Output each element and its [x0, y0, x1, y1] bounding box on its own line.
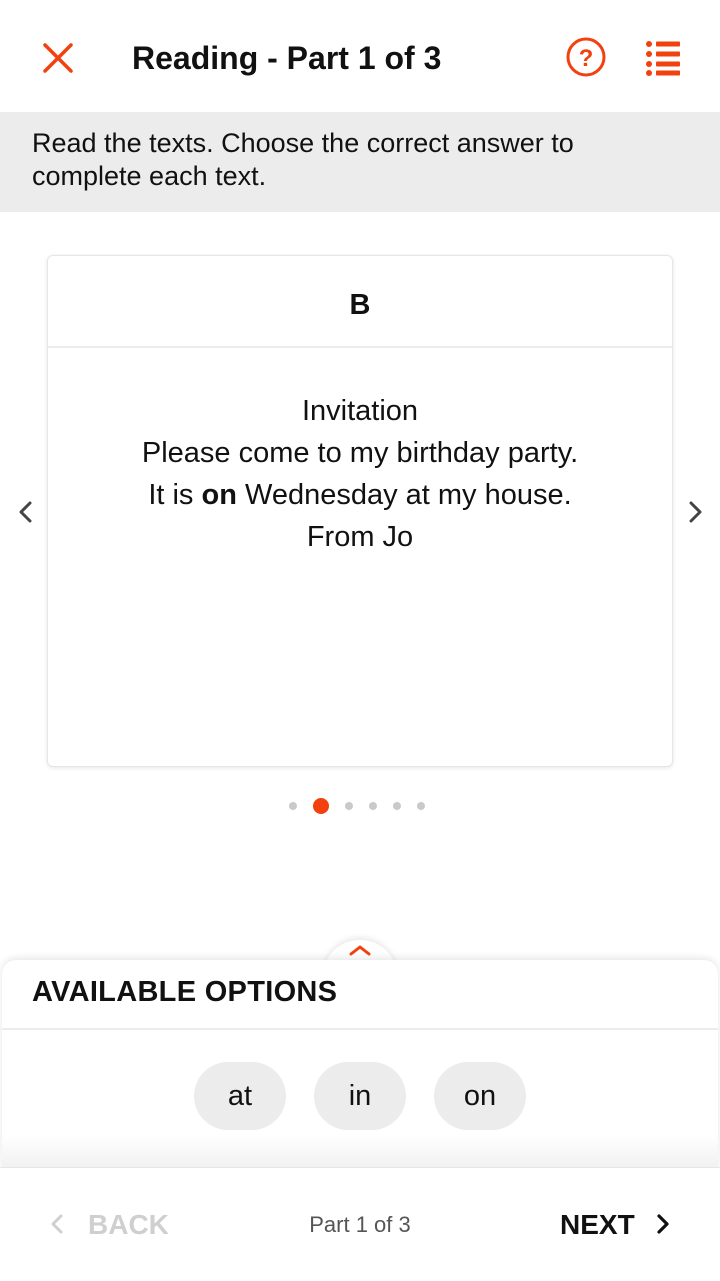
help-circle-icon: ?: [566, 37, 606, 77]
chevron-right-icon: [689, 501, 702, 523]
filled-answer[interactable]: on: [201, 479, 236, 511]
previous-card-button[interactable]: [12, 496, 40, 528]
page-title: Reading - Part 1 of 3: [132, 40, 442, 76]
card-label: B: [48, 256, 672, 348]
option-chip-in[interactable]: in: [314, 1062, 406, 1130]
option-chip-at[interactable]: at: [194, 1062, 286, 1130]
parts-list-button[interactable]: [644, 38, 684, 76]
list-icon: [646, 41, 680, 76]
chevron-left-icon: [19, 501, 32, 523]
instructions-text: Read the texts. Choose the correct answe…: [0, 112, 720, 212]
pagination-dots: [0, 796, 720, 816]
top-bar: Reading - Part 1 of 3 ?: [0, 0, 720, 112]
pagination-dot[interactable]: [393, 802, 401, 810]
card-line-with-answer: It is on Wednesday at my house.: [48, 474, 672, 516]
card-line: From Jo: [306, 521, 414, 553]
pagination-dot[interactable]: [289, 802, 297, 810]
text-card: B Invitation Please come to my birthday …: [47, 255, 673, 767]
pagination-dot[interactable]: [369, 802, 377, 810]
close-icon: [43, 43, 73, 73]
next-card-button[interactable]: [682, 496, 710, 528]
next-button[interactable]: NEXT: [560, 1203, 684, 1247]
chevron-right-icon: [657, 1214, 669, 1234]
help-button[interactable]: ?: [564, 35, 608, 79]
close-button[interactable]: [36, 36, 80, 80]
pagination-dot[interactable]: [417, 802, 425, 810]
card-line-text: Wednesday at my house.: [236, 479, 572, 511]
pagination-dot[interactable]: [345, 802, 353, 810]
pagination-dot-active[interactable]: [313, 798, 329, 814]
card-text: Invitation Please come to my birthday pa…: [48, 348, 672, 558]
divider: [2, 1028, 718, 1030]
card-line: Invitation: [301, 395, 419, 427]
next-label: NEXT: [560, 1209, 635, 1240]
scroll-fade: [2, 1135, 718, 1167]
card-line: Please come to my birthday party.: [141, 437, 579, 469]
svg-text:?: ?: [579, 45, 594, 72]
option-chip-on[interactable]: on: [434, 1062, 526, 1130]
card-line-text: It is: [148, 479, 202, 511]
options-title: AVAILABLE OPTIONS: [32, 976, 338, 1008]
